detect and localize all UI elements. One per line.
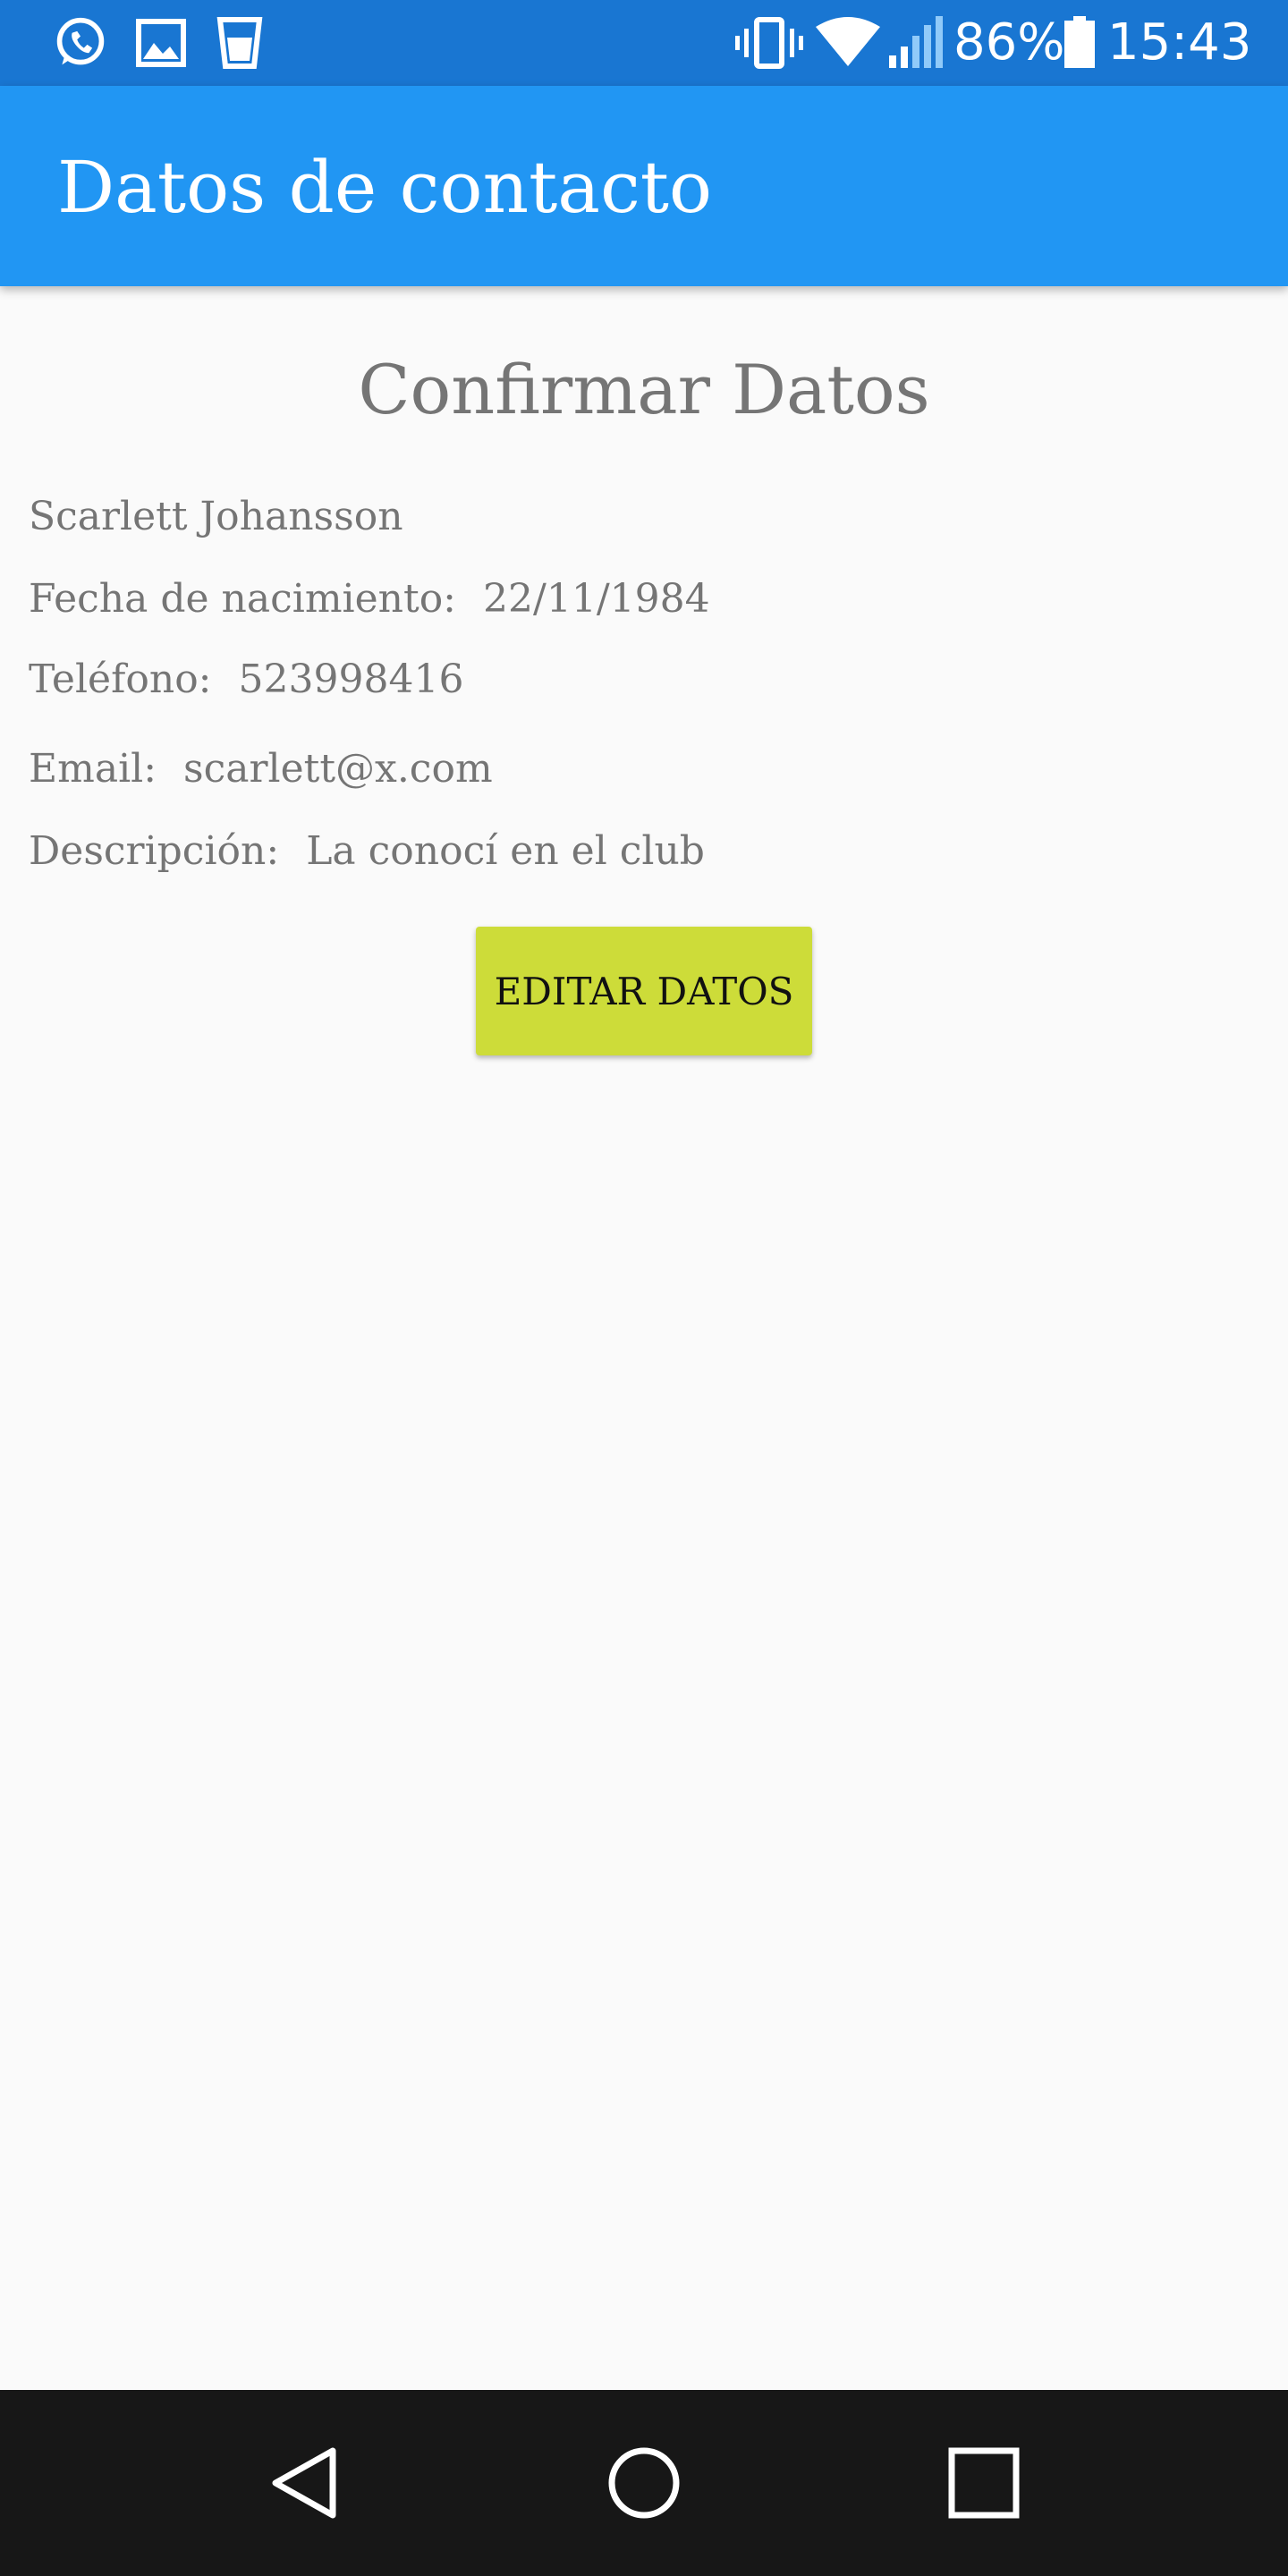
back-icon[interactable]	[250, 2429, 358, 2537]
app-title: Datos de contacto	[57, 146, 713, 229]
page-title: Confirmar Datos	[358, 350, 930, 429]
contact-name: Scarlett Johansson	[29, 494, 403, 539]
clock: 15:43	[1107, 13, 1252, 72]
signal-icon	[889, 16, 943, 68]
edit-data-button[interactable]: EDITAR DATOS	[476, 927, 812, 1055]
birthdate-row: Fecha de nacimiento: 22/11/1984	[29, 572, 710, 626]
email-label: Email:	[29, 746, 157, 792]
gallery-icon	[136, 19, 186, 67]
cup-icon	[216, 17, 263, 69]
phone-row: Teléfono: 523998416	[29, 653, 463, 707]
navigation-bar	[0, 2390, 1288, 2576]
description-value: La conocí en el club	[306, 828, 705, 874]
vibrate-icon	[735, 17, 803, 69]
status-bar: 86% 15:43	[0, 0, 1288, 86]
battery-icon	[1064, 16, 1095, 68]
description-label: Descripción:	[29, 828, 280, 874]
description-row: Descripción: La conocí en el club	[29, 825, 705, 878]
app-bar: Datos de contacto	[0, 86, 1288, 286]
wifi-icon	[816, 17, 880, 66]
recents-icon[interactable]	[930, 2429, 1038, 2537]
birthdate-value: 22/11/1984	[483, 576, 710, 622]
battery-percent: 86%	[953, 13, 1065, 72]
phone-label: Teléfono:	[29, 657, 212, 702]
email-row: Email: scarlett@x.com	[29, 742, 493, 796]
home-icon[interactable]	[590, 2429, 698, 2537]
phone-value: 523998416	[238, 657, 464, 702]
contact-confirmation: Confirmar Datos Scarlett Johansson Fecha…	[0, 286, 1288, 2390]
whatsapp-icon	[56, 17, 105, 65]
contact-details-screen: 86% 15:43 Datos de contacto Confirmar Da…	[0, 0, 1288, 2576]
birthdate-label: Fecha de nacimiento:	[29, 576, 457, 622]
email-value: scarlett@x.com	[183, 746, 493, 792]
